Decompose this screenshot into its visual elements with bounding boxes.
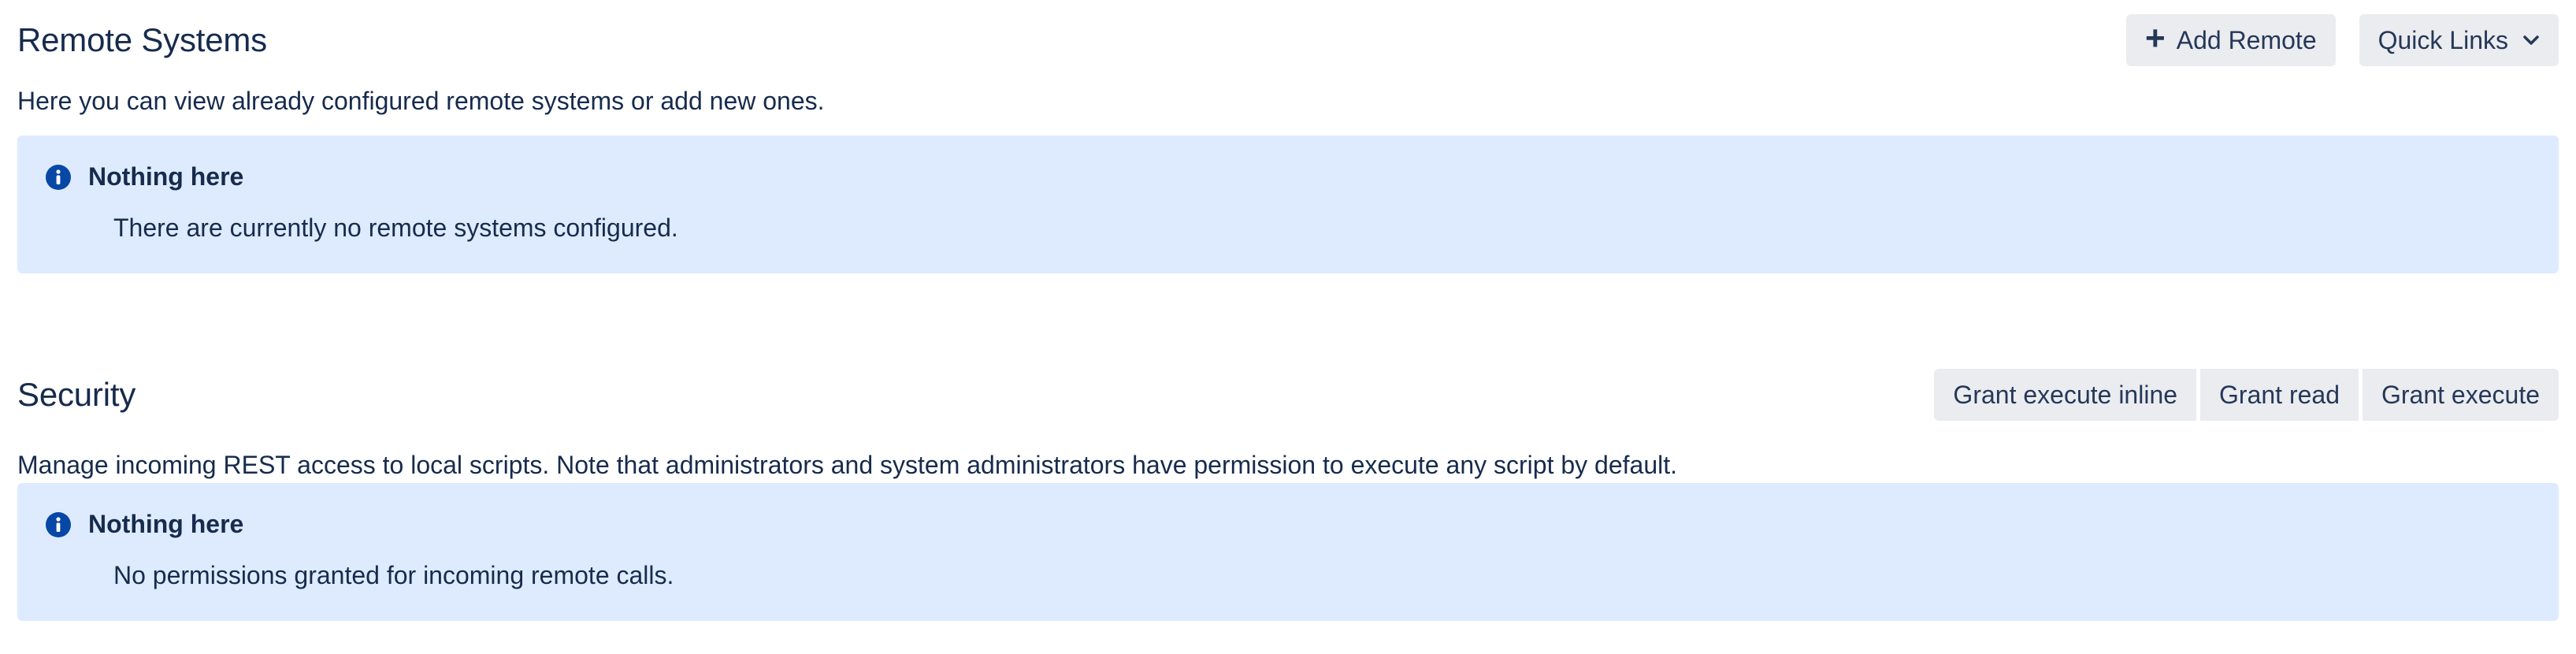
- add-remote-button[interactable]: + Add Remote: [2126, 14, 2336, 66]
- remote-systems-notice: Nothing here There are currently no remo…: [17, 136, 2559, 273]
- quick-links-label: Quick Links: [2377, 25, 2508, 54]
- grant-execute-inline-button[interactable]: Grant execute inline: [1934, 369, 2197, 421]
- notice-body: There are currently no remote systems co…: [113, 214, 678, 242]
- notice-title: Nothing here: [88, 510, 244, 538]
- grant-execute-button[interactable]: Grant execute: [2363, 369, 2559, 421]
- security-description: Manage incoming REST access to local scr…: [17, 451, 1678, 479]
- remote-systems-description: Here you can view already configured rem…: [17, 87, 825, 115]
- chevron-down-icon: [2522, 35, 2540, 46]
- remote-systems-header: Remote Systems + Add Remote Quick Links: [17, 14, 2559, 66]
- notice-title: Nothing here: [88, 162, 244, 191]
- info-icon: [44, 511, 72, 539]
- remote-systems-title: Remote Systems: [17, 21, 267, 58]
- remote-systems-actions: + Add Remote Quick Links: [2126, 14, 2559, 66]
- quick-links-button[interactable]: Quick Links: [2359, 14, 2559, 66]
- add-remote-label: Add Remote: [2176, 25, 2317, 54]
- grant-read-button[interactable]: Grant read: [2200, 369, 2359, 421]
- security-title: Security: [17, 376, 136, 413]
- plus-icon: +: [2145, 19, 2166, 58]
- security-header: Security Grant execute inline Grant read…: [17, 369, 2559, 421]
- security-notice: Nothing here No permissions granted for …: [17, 483, 2559, 621]
- security-button-group: Grant execute inline Grant read Grant ex…: [1934, 369, 2559, 421]
- notice-body: No permissions granted for incoming remo…: [113, 561, 674, 589]
- info-icon: [44, 163, 72, 191]
- page: Remote Systems + Add Remote Quick Links …: [0, 0, 2576, 654]
